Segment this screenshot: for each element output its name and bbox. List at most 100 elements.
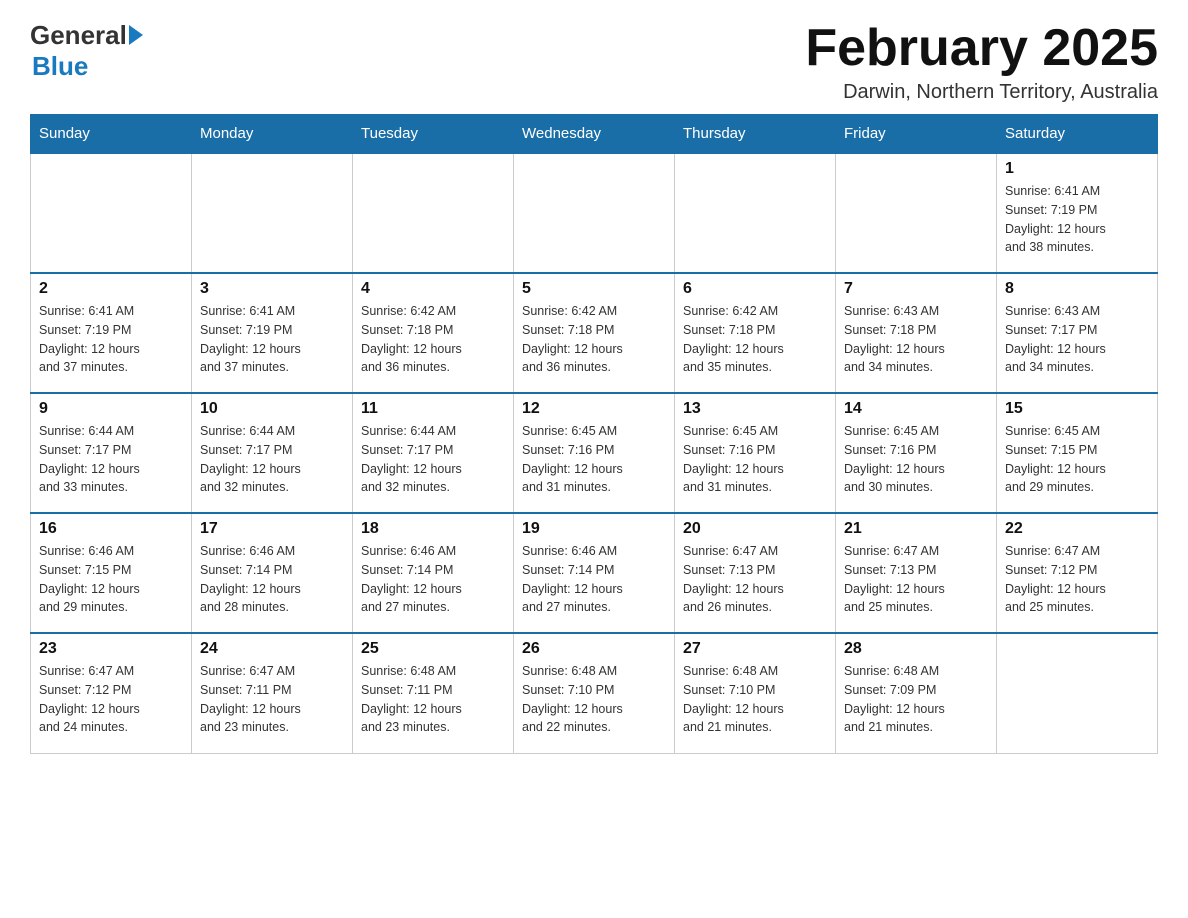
calendar-week-row: 1 Sunrise: 6:41 AMSunset: 7:19 PMDaylight…	[31, 153, 1158, 273]
calendar-cell: 6 Sunrise: 6:42 AMSunset: 7:18 PMDaylight…	[675, 273, 836, 393]
calendar-cell: 10 Sunrise: 6:44 AMSunset: 7:17 PMDayligh…	[192, 393, 353, 513]
day-info: Sunrise: 6:45 AMSunset: 7:16 PMDaylight:…	[683, 422, 827, 497]
weekday-header-wednesday: Wednesday	[514, 115, 675, 154]
day-number: 12	[522, 400, 666, 418]
day-info: Sunrise: 6:41 AMSunset: 7:19 PMDaylight:…	[1005, 182, 1149, 257]
day-number: 13	[683, 400, 827, 418]
calendar-cell: 8 Sunrise: 6:43 AMSunset: 7:17 PMDaylight…	[997, 273, 1158, 393]
day-number: 9	[39, 400, 183, 418]
calendar-cell: 16 Sunrise: 6:46 AMSunset: 7:15 PMDayligh…	[31, 513, 192, 633]
calendar-cell	[836, 153, 997, 273]
day-info: Sunrise: 6:46 AMSunset: 7:14 PMDaylight:…	[361, 542, 505, 617]
logo: General Blue	[30, 20, 143, 82]
weekday-header-friday: Friday	[836, 115, 997, 154]
day-info: Sunrise: 6:46 AMSunset: 7:15 PMDaylight:…	[39, 542, 183, 617]
calendar-cell: 15 Sunrise: 6:45 AMSunset: 7:15 PMDayligh…	[997, 393, 1158, 513]
calendar-cell: 3 Sunrise: 6:41 AMSunset: 7:19 PMDaylight…	[192, 273, 353, 393]
page-header: General Blue February 2025 Darwin, North…	[30, 20, 1158, 104]
day-info: Sunrise: 6:48 AMSunset: 7:10 PMDaylight:…	[683, 662, 827, 737]
day-number: 10	[200, 400, 344, 418]
location-subtitle: Darwin, Northern Territory, Australia	[805, 81, 1158, 104]
day-info: Sunrise: 6:41 AMSunset: 7:19 PMDaylight:…	[200, 302, 344, 377]
calendar-cell	[997, 633, 1158, 753]
calendar-cell: 13 Sunrise: 6:45 AMSunset: 7:16 PMDayligh…	[675, 393, 836, 513]
calendar-cell: 19 Sunrise: 6:46 AMSunset: 7:14 PMDayligh…	[514, 513, 675, 633]
day-number: 18	[361, 520, 505, 538]
day-number: 25	[361, 640, 505, 658]
day-info: Sunrise: 6:42 AMSunset: 7:18 PMDaylight:…	[522, 302, 666, 377]
day-info: Sunrise: 6:45 AMSunset: 7:16 PMDaylight:…	[844, 422, 988, 497]
day-info: Sunrise: 6:48 AMSunset: 7:10 PMDaylight:…	[522, 662, 666, 737]
day-info: Sunrise: 6:44 AMSunset: 7:17 PMDaylight:…	[39, 422, 183, 497]
day-number: 24	[200, 640, 344, 658]
day-number: 7	[844, 280, 988, 298]
day-info: Sunrise: 6:45 AMSunset: 7:15 PMDaylight:…	[1005, 422, 1149, 497]
day-info: Sunrise: 6:41 AMSunset: 7:19 PMDaylight:…	[39, 302, 183, 377]
day-number: 26	[522, 640, 666, 658]
day-number: 1	[1005, 160, 1149, 178]
calendar-cell: 25 Sunrise: 6:48 AMSunset: 7:11 PMDayligh…	[353, 633, 514, 753]
calendar-week-row: 9 Sunrise: 6:44 AMSunset: 7:17 PMDaylight…	[31, 393, 1158, 513]
day-number: 15	[1005, 400, 1149, 418]
weekday-header-monday: Monday	[192, 115, 353, 154]
day-number: 23	[39, 640, 183, 658]
day-info: Sunrise: 6:48 AMSunset: 7:11 PMDaylight:…	[361, 662, 505, 737]
calendar-week-row: 23 Sunrise: 6:47 AMSunset: 7:12 PMDayligh…	[31, 633, 1158, 753]
calendar-cell: 20 Sunrise: 6:47 AMSunset: 7:13 PMDayligh…	[675, 513, 836, 633]
day-number: 5	[522, 280, 666, 298]
day-number: 28	[844, 640, 988, 658]
calendar-cell: 27 Sunrise: 6:48 AMSunset: 7:10 PMDayligh…	[675, 633, 836, 753]
day-number: 8	[1005, 280, 1149, 298]
day-number: 6	[683, 280, 827, 298]
day-info: Sunrise: 6:48 AMSunset: 7:09 PMDaylight:…	[844, 662, 988, 737]
day-number: 20	[683, 520, 827, 538]
day-info: Sunrise: 6:47 AMSunset: 7:12 PMDaylight:…	[39, 662, 183, 737]
calendar-cell: 5 Sunrise: 6:42 AMSunset: 7:18 PMDaylight…	[514, 273, 675, 393]
day-number: 3	[200, 280, 344, 298]
day-number: 16	[39, 520, 183, 538]
day-number: 27	[683, 640, 827, 658]
calendar-cell: 21 Sunrise: 6:47 AMSunset: 7:13 PMDayligh…	[836, 513, 997, 633]
weekday-header-sunday: Sunday	[31, 115, 192, 154]
logo-general-text: General	[30, 20, 127, 51]
day-info: Sunrise: 6:47 AMSunset: 7:11 PMDaylight:…	[200, 662, 344, 737]
day-info: Sunrise: 6:42 AMSunset: 7:18 PMDaylight:…	[683, 302, 827, 377]
day-number: 17	[200, 520, 344, 538]
day-info: Sunrise: 6:42 AMSunset: 7:18 PMDaylight:…	[361, 302, 505, 377]
calendar-cell: 24 Sunrise: 6:47 AMSunset: 7:11 PMDayligh…	[192, 633, 353, 753]
title-block: February 2025 Darwin, Northern Territory…	[805, 20, 1158, 104]
calendar-week-row: 2 Sunrise: 6:41 AMSunset: 7:19 PMDaylight…	[31, 273, 1158, 393]
calendar-cell: 28 Sunrise: 6:48 AMSunset: 7:09 PMDayligh…	[836, 633, 997, 753]
calendar-cell	[31, 153, 192, 273]
calendar-cell: 26 Sunrise: 6:48 AMSunset: 7:10 PMDayligh…	[514, 633, 675, 753]
month-title: February 2025	[805, 20, 1158, 77]
day-info: Sunrise: 6:47 AMSunset: 7:13 PMDaylight:…	[683, 542, 827, 617]
day-number: 19	[522, 520, 666, 538]
calendar-cell: 7 Sunrise: 6:43 AMSunset: 7:18 PMDaylight…	[836, 273, 997, 393]
weekday-header-saturday: Saturday	[997, 115, 1158, 154]
calendar-cell: 4 Sunrise: 6:42 AMSunset: 7:18 PMDaylight…	[353, 273, 514, 393]
logo-arrow-icon	[129, 25, 143, 45]
day-number: 21	[844, 520, 988, 538]
logo-blue-text: Blue	[32, 51, 88, 82]
day-number: 14	[844, 400, 988, 418]
calendar-cell: 12 Sunrise: 6:45 AMSunset: 7:16 PMDayligh…	[514, 393, 675, 513]
day-info: Sunrise: 6:47 AMSunset: 7:13 PMDaylight:…	[844, 542, 988, 617]
calendar-cell	[675, 153, 836, 273]
day-info: Sunrise: 6:44 AMSunset: 7:17 PMDaylight:…	[200, 422, 344, 497]
day-info: Sunrise: 6:43 AMSunset: 7:18 PMDaylight:…	[844, 302, 988, 377]
calendar-cell: 22 Sunrise: 6:47 AMSunset: 7:12 PMDayligh…	[997, 513, 1158, 633]
calendar-cell: 18 Sunrise: 6:46 AMSunset: 7:14 PMDayligh…	[353, 513, 514, 633]
day-info: Sunrise: 6:45 AMSunset: 7:16 PMDaylight:…	[522, 422, 666, 497]
day-number: 4	[361, 280, 505, 298]
day-number: 22	[1005, 520, 1149, 538]
calendar-cell	[192, 153, 353, 273]
calendar-header-row: SundayMondayTuesdayWednesdayThursdayFrid…	[31, 115, 1158, 154]
day-info: Sunrise: 6:46 AMSunset: 7:14 PMDaylight:…	[522, 542, 666, 617]
day-info: Sunrise: 6:46 AMSunset: 7:14 PMDaylight:…	[200, 542, 344, 617]
day-info: Sunrise: 6:43 AMSunset: 7:17 PMDaylight:…	[1005, 302, 1149, 377]
day-number: 11	[361, 400, 505, 418]
day-info: Sunrise: 6:47 AMSunset: 7:12 PMDaylight:…	[1005, 542, 1149, 617]
calendar-cell: 17 Sunrise: 6:46 AMSunset: 7:14 PMDayligh…	[192, 513, 353, 633]
day-number: 2	[39, 280, 183, 298]
